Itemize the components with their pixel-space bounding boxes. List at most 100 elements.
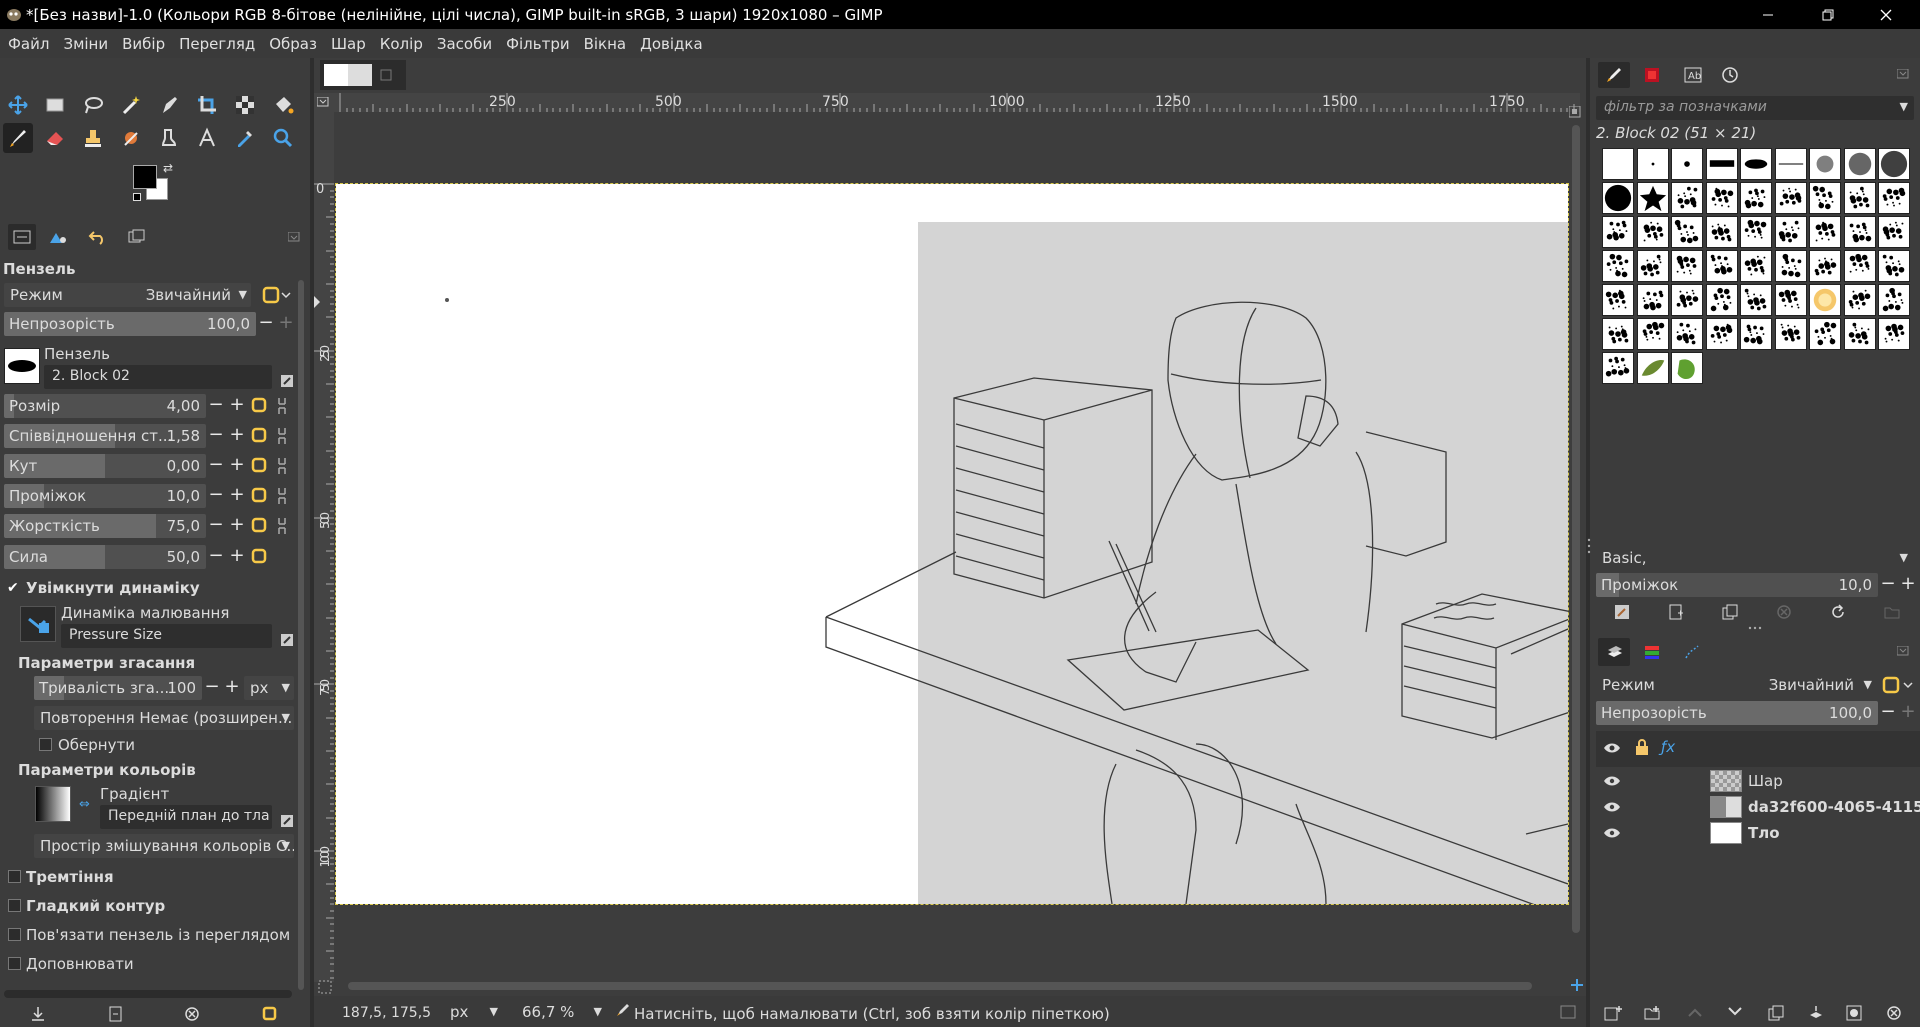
gradient-name-field[interactable]: Передній план до тла xyxy=(100,805,272,829)
brush-item[interactable] xyxy=(1636,250,1669,282)
menu-view[interactable]: Перегляд xyxy=(179,35,255,53)
restore-options-icon[interactable] xyxy=(108,1006,124,1022)
menu-filters[interactable]: Фільтри xyxy=(506,35,570,53)
close-tab-icon[interactable] xyxy=(380,69,392,81)
brush-item[interactable] xyxy=(1636,182,1669,214)
brush-item[interactable] xyxy=(1671,216,1703,248)
brush-spacing-decrease[interactable]: − xyxy=(1878,573,1898,597)
brush-item[interactable] xyxy=(1878,216,1910,248)
layer-row[interactable]: Тло xyxy=(1594,820,1920,846)
brushes-panel-menu-icon[interactable] xyxy=(1897,69,1909,79)
paths-tool[interactable] xyxy=(154,90,184,120)
size-decrease[interactable]: − xyxy=(206,394,226,418)
visibility-eye-icon[interactable] xyxy=(1603,801,1621,813)
reset-options-icon[interactable] xyxy=(262,1006,278,1022)
brush-item[interactable] xyxy=(1740,216,1772,248)
fuzzy-select-tool[interactable] xyxy=(116,90,146,120)
spacing-increase[interactable]: + xyxy=(227,484,247,508)
hardness-decrease[interactable]: − xyxy=(206,514,226,538)
angle-slider[interactable]: Кут 0,00 xyxy=(4,454,206,478)
new-brush-icon[interactable] xyxy=(1668,604,1684,620)
brush-item[interactable] xyxy=(1602,148,1634,180)
brush-item[interactable] xyxy=(1636,284,1669,316)
brush-item[interactable] xyxy=(1705,182,1738,214)
brush-item[interactable] xyxy=(1878,318,1910,350)
layer-opacity-slider[interactable]: Непрозорість 100,0 xyxy=(1596,701,1878,725)
brush-item[interactable] xyxy=(1740,182,1772,214)
panel-menu-icon[interactable] xyxy=(288,232,300,242)
brush-item[interactable] xyxy=(1602,182,1634,214)
size-increase[interactable]: + xyxy=(227,394,247,418)
reverse-gradient-icon[interactable]: ⇔ xyxy=(79,797,90,812)
tool-options-vscrollbar[interactable] xyxy=(298,280,304,990)
brush-item[interactable] xyxy=(1809,318,1841,350)
mode-combo[interactable]: Режим Звичайний ▼ xyxy=(4,283,251,307)
images-icon[interactable] xyxy=(128,229,146,245)
dynamics-checkbox[interactable]: ✔ xyxy=(7,580,19,596)
brush-item[interactable] xyxy=(1671,284,1703,316)
brush-item[interactable] xyxy=(1602,284,1634,316)
brush-filter-field[interactable]: фільтр за позначками ▼ xyxy=(1596,96,1914,120)
lasso-tool[interactable] xyxy=(78,90,108,120)
menu-image[interactable]: Образ xyxy=(269,35,317,53)
layer-name[interactable]: da32f600-4065-4115-ac xyxy=(1748,798,1920,816)
brush-item[interactable] xyxy=(1878,250,1910,282)
history-tab-icon[interactable] xyxy=(1721,66,1739,84)
brush-item[interactable] xyxy=(1602,318,1634,350)
brush-item[interactable] xyxy=(1671,182,1703,214)
hardness-reset-icon[interactable] xyxy=(251,516,269,536)
brush-item[interactable] xyxy=(1843,250,1876,282)
brush-item[interactable] xyxy=(1809,284,1841,316)
opacity-decrease[interactable]: − xyxy=(256,312,276,336)
visibility-eye-icon[interactable] xyxy=(1603,775,1621,787)
delete-brush-icon[interactable] xyxy=(1776,604,1792,620)
aspect-decrease[interactable]: − xyxy=(206,424,226,448)
brush-item[interactable] xyxy=(1843,318,1876,350)
refresh-brushes-icon[interactable] xyxy=(1830,604,1846,620)
angle-decrease[interactable]: − xyxy=(206,454,226,478)
horizontal-ruler[interactable]: 250 500 750 1000 1250 1500 1750 xyxy=(334,93,1580,112)
spacing-link-icon[interactable] xyxy=(275,486,293,506)
brush-item[interactable] xyxy=(1809,148,1841,180)
brush-item[interactable] xyxy=(1705,148,1738,180)
brush-item[interactable] xyxy=(1843,148,1876,180)
size-slider[interactable]: Розмір 4,00 xyxy=(4,394,206,418)
angle-link-icon[interactable] xyxy=(275,456,293,476)
lock-icon[interactable] xyxy=(1635,738,1649,756)
dodge-burn-tool[interactable] xyxy=(154,123,184,153)
lower-layer-icon[interactable] xyxy=(1728,1007,1742,1017)
menu-file[interactable]: Файл xyxy=(8,35,49,53)
brush-preview-button[interactable] xyxy=(4,348,40,384)
foreground-color-swatch[interactable] xyxy=(133,165,157,189)
edit-gradient-icon[interactable] xyxy=(280,814,294,828)
brush-preset-combo[interactable]: Basic, ▼ xyxy=(1596,546,1914,570)
brush-item[interactable] xyxy=(1636,318,1669,350)
layer-mask-icon[interactable] xyxy=(1846,1005,1862,1021)
brush-item[interactable] xyxy=(1671,352,1703,384)
brush-item[interactable] xyxy=(1705,318,1738,350)
brush-item[interactable] xyxy=(1671,250,1703,282)
layer-row[interactable]: Шар xyxy=(1594,768,1920,794)
paths-tab-icon[interactable] xyxy=(1684,644,1702,660)
brush-item[interactable] xyxy=(1774,318,1807,350)
fonts-tab-icon[interactable]: Ab xyxy=(1684,67,1702,83)
smooth-checkbox[interactable] xyxy=(8,899,21,912)
repeat-combo[interactable]: Повторення Немає (розширен... ▼ xyxy=(34,706,294,730)
layer-opacity-decrease[interactable]: − xyxy=(1878,701,1898,725)
canvas-vscrollbar[interactable] xyxy=(1572,125,1580,933)
hardness-link-icon[interactable] xyxy=(275,516,293,536)
brush-item[interactable] xyxy=(1636,216,1669,248)
effects-icon[interactable]: ƒx xyxy=(1661,738,1675,756)
menu-select[interactable]: Вибір xyxy=(122,35,165,53)
menu-windows[interactable]: Вікна xyxy=(584,35,627,53)
brush-spacing-slider[interactable]: Проміжок 10,0 xyxy=(1596,573,1878,597)
ruler-corner[interactable] xyxy=(314,93,334,112)
brush-item[interactable] xyxy=(1878,284,1910,316)
tool-options-hscrollbar[interactable] xyxy=(4,990,292,998)
brush-item[interactable] xyxy=(1843,182,1876,214)
edit-dynamics-icon[interactable] xyxy=(280,633,294,647)
brush-item[interactable] xyxy=(1602,250,1634,282)
duplicate-brush-icon[interactable] xyxy=(1722,604,1738,620)
paintbrush-tool[interactable] xyxy=(3,123,33,153)
eraser-tool[interactable] xyxy=(40,123,70,153)
